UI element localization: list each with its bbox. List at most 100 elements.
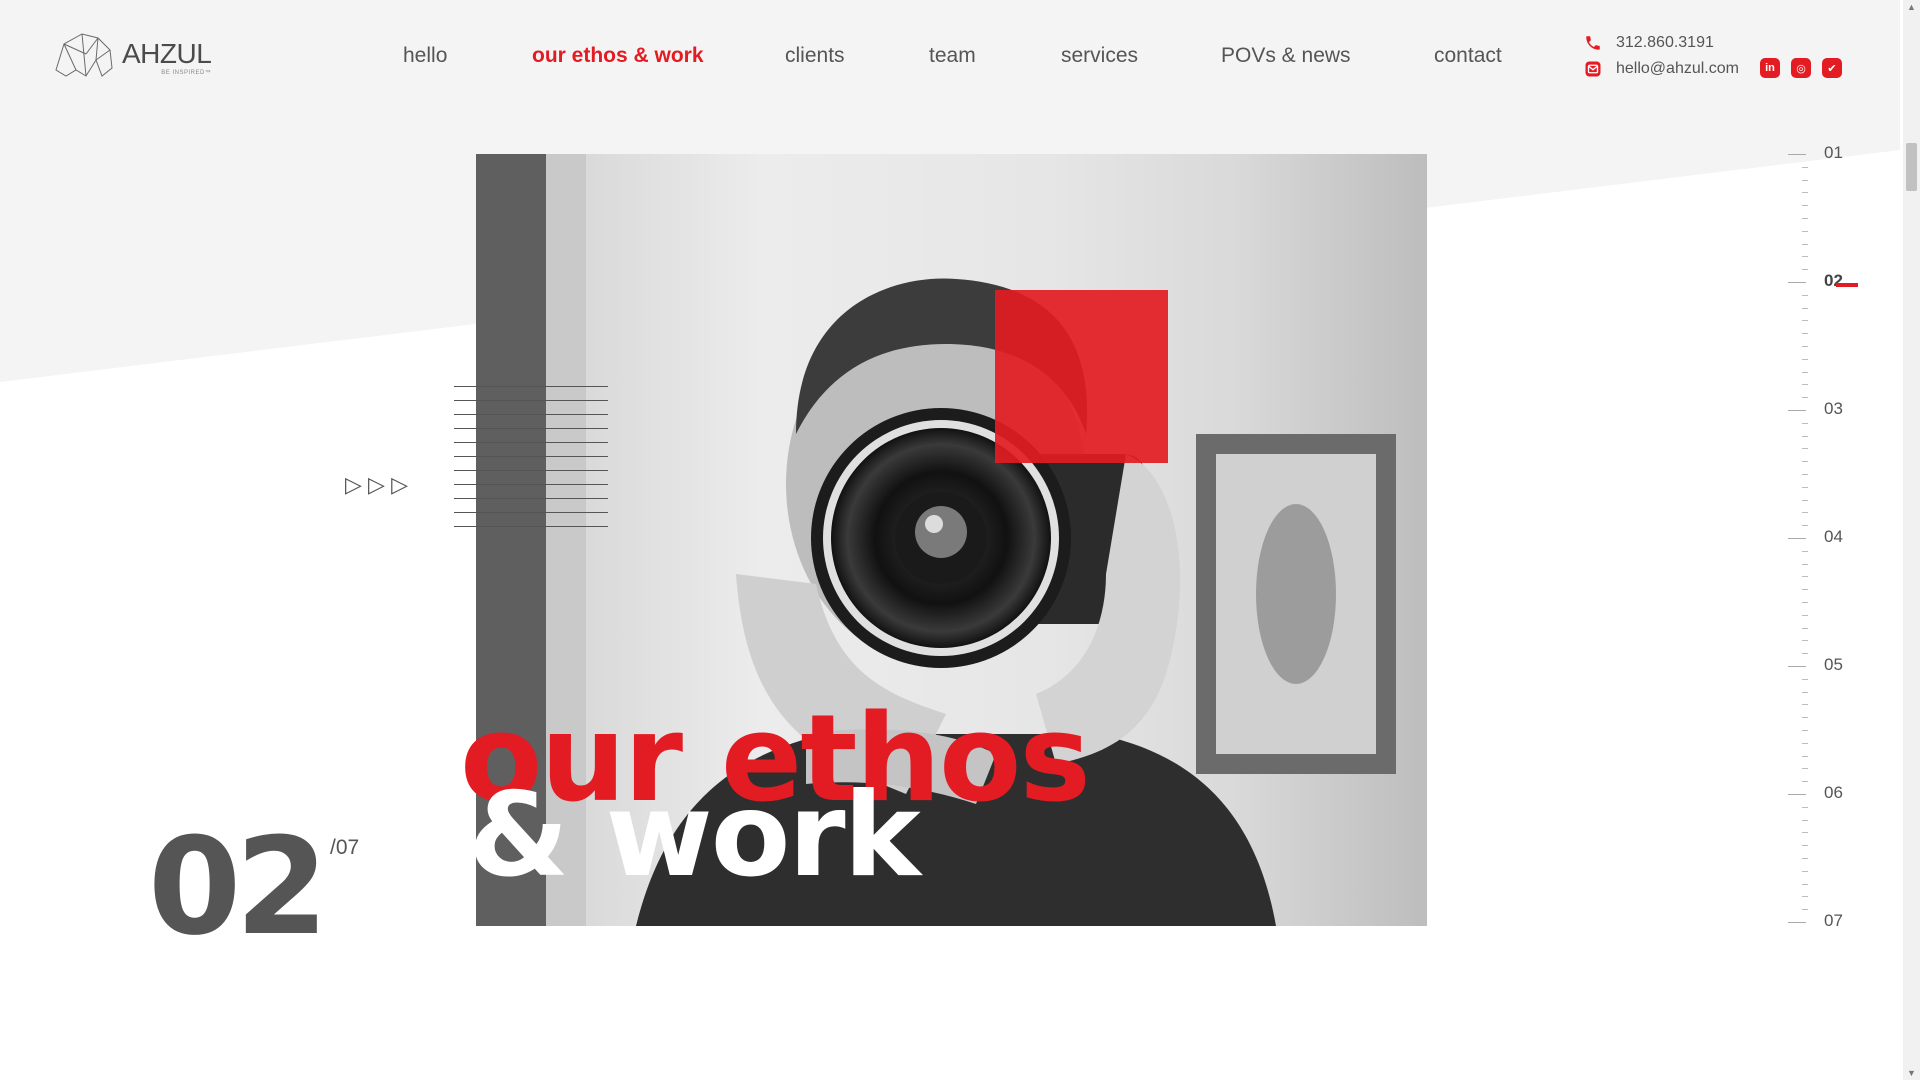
section-nav-01[interactable]: 01	[1824, 143, 1843, 163]
ruler-tick	[1802, 205, 1808, 207]
ruler-tick	[1802, 883, 1808, 885]
ruler-tick	[1802, 563, 1808, 565]
ruler-major-tick	[1788, 154, 1806, 155]
section-nav-02[interactable]: 02	[1824, 271, 1843, 291]
ruler-tick	[1802, 294, 1808, 296]
ruler-tick	[1802, 858, 1808, 859]
ruler-tick	[1802, 346, 1808, 347]
section-nav-06[interactable]: 06	[1824, 783, 1843, 803]
ruler-tick	[1802, 179, 1808, 181]
section-nav-03[interactable]: 03	[1824, 399, 1843, 419]
scroll-up-icon[interactable]: ▲	[1907, 2, 1916, 12]
ruler-tick	[1802, 525, 1808, 527]
ruler-tick	[1802, 448, 1808, 450]
ruler-tick	[1802, 269, 1808, 271]
ruler-tick	[1802, 730, 1808, 731]
arrows-glyphs: ▷ ▷ ▷	[345, 472, 408, 497]
ruler-tick	[1802, 627, 1808, 629]
ruler-tick	[1802, 717, 1808, 719]
nav-item-clients[interactable]: clients	[785, 43, 845, 69]
decorative-lines	[454, 386, 608, 540]
ruler-tick	[1802, 589, 1808, 591]
email-icon	[1582, 58, 1604, 80]
scroll-down-icon[interactable]: ▼	[1907, 1068, 1916, 1078]
section-counter-total: /07	[330, 836, 360, 859]
ruler-tick	[1802, 422, 1808, 424]
nav-item-povs-news[interactable]: POVs & news	[1221, 43, 1351, 69]
ruler-major-tick	[1788, 794, 1806, 795]
ruler-major-tick	[1788, 666, 1806, 667]
ruler-tick	[1802, 653, 1808, 655]
ruler-major-tick	[1788, 410, 1806, 411]
ruler-major-tick	[1788, 282, 1806, 283]
ruler-tick	[1802, 358, 1808, 360]
instagram-icon[interactable]: ◎	[1791, 58, 1811, 78]
ruler-tick	[1802, 602, 1808, 603]
ruler-tick	[1802, 806, 1808, 808]
ruler-tick	[1802, 704, 1808, 706]
ruler-major-tick	[1788, 922, 1806, 923]
nav-item-services[interactable]: services	[1061, 43, 1138, 69]
brand-tagline: BE INSPIRED™	[161, 70, 212, 76]
phone-icon	[1582, 32, 1604, 54]
ruler-tick	[1802, 742, 1808, 744]
phone-row[interactable]: 312.860.3191	[1582, 30, 1739, 56]
headline-line-2: & work	[468, 768, 921, 903]
ruler-tick	[1802, 243, 1808, 245]
ruler-tick	[1802, 640, 1808, 642]
scroll-thumb[interactable]	[1906, 143, 1917, 191]
nav-item-hello[interactable]: hello	[403, 43, 447, 69]
phone-number: 312.860.3191	[1616, 34, 1714, 51]
linkedin-icon[interactable]: in	[1760, 58, 1780, 78]
ruler-tick	[1802, 371, 1808, 373]
ruler-tick	[1802, 486, 1808, 488]
social-links: in ◎ ✔	[1760, 58, 1853, 78]
section-nav-04[interactable]: 04	[1824, 527, 1843, 547]
ruler-tick	[1802, 909, 1808, 911]
ruler-tick	[1802, 397, 1808, 399]
ruler-tick	[1802, 192, 1808, 194]
ruler-tick	[1802, 614, 1808, 616]
ruler-tick	[1802, 320, 1808, 322]
ruler-tick	[1802, 691, 1808, 693]
ruler-tick	[1802, 550, 1808, 552]
brand-logo[interactable]: AHZUL BE INSPIRED™	[52, 30, 212, 78]
ruler-tick	[1802, 166, 1808, 168]
ruler-tick	[1802, 230, 1808, 232]
ruler-tick	[1802, 896, 1808, 898]
ruler-major-tick	[1788, 538, 1806, 539]
ruler-tick	[1802, 307, 1808, 309]
ruler-tick	[1802, 845, 1808, 847]
ruler-tick	[1802, 435, 1808, 437]
ruler-tick	[1802, 832, 1808, 834]
nav-item-team[interactable]: team	[929, 43, 976, 69]
brand-name: AHZUL	[122, 38, 212, 69]
scrollbar[interactable]: ▲ ▼	[1903, 0, 1920, 1080]
twitter-icon[interactable]: ✔	[1822, 58, 1842, 78]
email-address: hello@ahzul.com	[1616, 60, 1739, 77]
section-counter: 02	[148, 809, 329, 965]
section-nav-07[interactable]: 07	[1824, 911, 1843, 931]
email-row[interactable]: hello@ahzul.com	[1582, 56, 1739, 82]
ruler-tick	[1802, 819, 1808, 821]
nav-item-contact[interactable]: contact	[1434, 43, 1502, 69]
ruler-tick	[1802, 384, 1808, 386]
ruler-tick	[1802, 333, 1808, 335]
section-nav-05[interactable]: 05	[1824, 655, 1843, 675]
ruler-tick	[1802, 499, 1808, 501]
ruler-tick	[1802, 678, 1808, 680]
ruler-tick	[1802, 755, 1808, 757]
ruler-tick	[1802, 461, 1808, 463]
nav-item-our-ethos-work[interactable]: our ethos & work	[532, 43, 704, 69]
ruler-tick	[1802, 768, 1808, 770]
accent-square	[995, 290, 1168, 463]
ruler-tick	[1802, 256, 1808, 258]
play-arrows-icon: ▷ ▷ ▷	[345, 472, 412, 498]
ruler-tick	[1802, 512, 1808, 514]
section-navigator: 01 02 03 04 05 06 07	[1788, 140, 1868, 940]
ruler-tick	[1802, 870, 1808, 872]
ruler-tick	[1802, 576, 1808, 578]
elephant-logo-icon	[55, 33, 113, 77]
contact-block: 312.860.3191 hello@ahzul.com	[1582, 30, 1739, 82]
ruler-tick	[1802, 218, 1808, 219]
